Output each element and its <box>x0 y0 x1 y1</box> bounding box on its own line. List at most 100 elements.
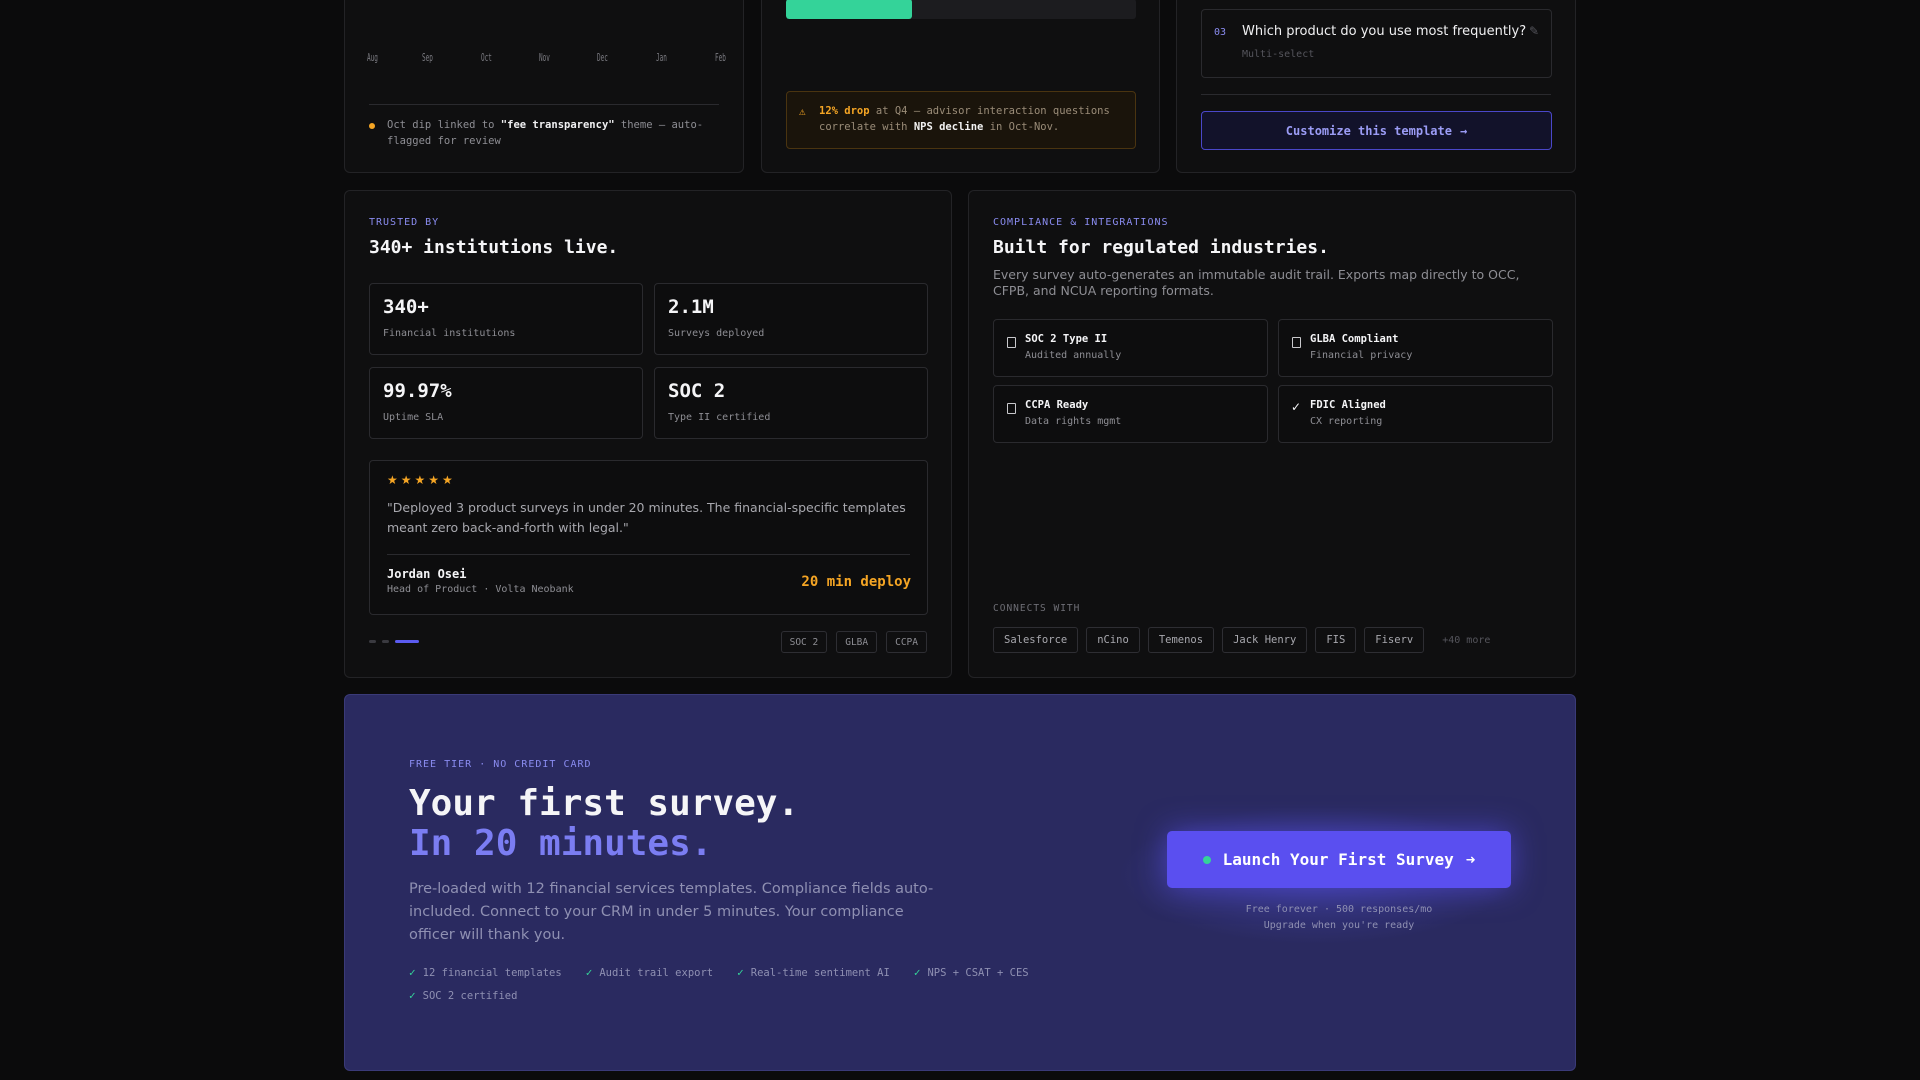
divider <box>387 554 910 555</box>
stat-card: 99.97% Uptime SLA <box>369 367 643 439</box>
customize-template-button[interactable]: Customize this template → <box>1201 111 1552 150</box>
integration-list: Salesforce nCino Temenos Jack Henry FIS … <box>993 627 1490 653</box>
divider <box>1201 94 1551 95</box>
document-icon <box>1292 337 1301 348</box>
pager-dot[interactable] <box>382 640 389 643</box>
arrow-right-icon: → <box>1459 123 1468 138</box>
feature-label: Real-time sentiment AI <box>750 966 890 979</box>
rating-stars-icon: ★★★★★ <box>387 473 456 487</box>
section-eyebrow: TRUSTED BY <box>369 217 440 228</box>
cert-name: CCPA Ready <box>1025 399 1089 411</box>
cert-subtitle: Audited annually <box>1025 350 1122 361</box>
document-icon <box>1007 403 1016 414</box>
testimonial-card: ★★★★★ "Deployed 3 product surveys in und… <box>369 460 928 615</box>
feature-item: ✓ SOC 2 certified <box>409 989 1049 1002</box>
template-builder-card: 03 Which product do you use most frequen… <box>1176 0 1576 173</box>
cert-subtitle: CX reporting <box>1310 416 1383 427</box>
check-icon: ✓ <box>585 966 593 979</box>
integration-chip[interactable]: Jack Henry <box>1222 627 1308 653</box>
compliance-badges: SOC 2 GLBA CCPA <box>780 631 927 653</box>
month-tick: Jan <box>656 51 667 64</box>
check-icon: ✓ <box>409 966 416 979</box>
compliance-card: COMPLIANCE & INTEGRATIONS Built for regu… <box>968 190 1576 678</box>
warning-triangle-icon: ⚠ <box>799 105 806 118</box>
connects-with-label: CONNECTS WITH <box>993 603 1081 614</box>
feature-label: 12 financial templates <box>422 966 562 979</box>
pager-dot-active[interactable] <box>395 640 419 643</box>
cert-card: GLBA Compliant Financial privacy <box>1278 319 1553 377</box>
deploy-time-label: 20 min deploy <box>801 574 911 590</box>
cert-card: ✓ FDIC Aligned CX reporting <box>1278 385 1553 443</box>
check-icon: ✓ <box>913 966 921 979</box>
feature-item: ✓ Real-time sentiment AI <box>737 966 890 979</box>
progress-fill <box>786 0 912 19</box>
stat-label: Type II certified <box>668 412 771 423</box>
insight-alert: ⚠ 12% drop at Q4 — advisor interaction q… <box>786 91 1136 149</box>
stat-value: 2.1M <box>668 296 714 318</box>
stat-value: SOC 2 <box>668 380 726 402</box>
warning-dot-icon <box>369 123 375 129</box>
document-icon <box>1007 337 1016 348</box>
cta-title-accent: In 20 minutes. <box>409 823 713 864</box>
cert-card: CCPA Ready Data rights mgmt <box>993 385 1268 443</box>
testimonial-author-role: Head of Product · Volta Neobank <box>387 584 574 595</box>
feature-list: ✓ 12 financial templates ✓ Audit trail exp… <box>409 966 1049 1002</box>
testimonial-quote: "Deployed 3 product surveys in under 20 … <box>387 500 906 535</box>
more-integrations-link[interactable]: +40 more <box>1432 635 1490 646</box>
integration-chip[interactable]: nCino <box>1086 627 1140 653</box>
sentiment-trend-card: Aug Sep Oct Nov Dec Jan Feb Oct dip link… <box>344 0 744 173</box>
section-description: Every survey auto-generates an immutable… <box>993 267 1520 298</box>
stat-label: Surveys deployed <box>668 328 765 339</box>
month-tick: Oct <box>481 51 492 64</box>
stat-card: 2.1M Surveys deployed <box>654 283 928 355</box>
badge: CCPA <box>886 631 927 653</box>
note-text: Oct dip linked to <box>387 119 501 131</box>
section-title: Built for regulated industries. <box>993 237 1329 258</box>
stat-label: Uptime SLA <box>383 412 444 423</box>
integration-chip[interactable]: Fiserv <box>1364 627 1425 653</box>
alert-highlight: 12% drop <box>819 105 870 117</box>
badge: GLBA <box>836 631 878 653</box>
month-tick: Feb <box>715 51 726 64</box>
section-eyebrow: COMPLIANCE & INTEGRATIONS <box>993 217 1169 228</box>
testimonial-author: Jordan Osei <box>387 567 467 581</box>
divider <box>369 104 719 105</box>
feature-item: ✓ Audit trail export <box>586 966 713 979</box>
cert-name: FDIC Aligned <box>1310 399 1386 411</box>
cta-description: Pre-loaded with 12 financial services te… <box>409 881 934 943</box>
alert-highlight: NPS decline <box>913 121 984 133</box>
section-title: 340+ institutions live. <box>369 237 619 258</box>
carousel-pager[interactable] <box>369 640 419 643</box>
question-type: Multi-select <box>1242 49 1315 60</box>
check-icon: ✓ <box>1291 400 1302 414</box>
badge: SOC 2 <box>780 631 828 653</box>
integration-chip[interactable]: Salesforce <box>993 627 1079 653</box>
cta-eyebrow: FREE TIER · NO CREDIT CARD <box>409 759 592 770</box>
status-dot-icon <box>1202 855 1211 864</box>
stat-value: 340+ <box>383 296 429 318</box>
cert-subtitle: Data rights mgmt <box>1025 416 1122 427</box>
question-text: Which product do you use most frequently… <box>1242 24 1527 39</box>
feature-label: NPS + CSAT + CES <box>927 966 1029 979</box>
feature-item: ✓ 12 financial templates <box>409 966 562 979</box>
integration-chip[interactable]: FIS <box>1315 627 1357 653</box>
button-label: Launch Your First Survey <box>1222 850 1454 869</box>
month-tick: Dec <box>597 51 608 64</box>
feature-label: SOC 2 certified <box>422 989 518 1002</box>
question-item[interactable]: 03 Which product do you use most frequen… <box>1201 9 1552 78</box>
cta-banner: FREE TIER · NO CREDIT CARD Your first su… <box>344 694 1576 1071</box>
pricing-note: Free forever · 500 responses/mo <box>1245 904 1433 915</box>
edit-icon[interactable]: ✎ <box>1529 24 1539 38</box>
month-tick: Sep <box>422 51 433 64</box>
button-label: Customize this template <box>1285 123 1452 138</box>
cert-name: SOC 2 Type II <box>1025 333 1108 345</box>
upgrade-note: Upgrade when you're ready <box>1263 920 1415 931</box>
cert-name: GLBA Compliant <box>1310 333 1399 345</box>
trusted-by-card: TRUSTED BY 340+ institutions live. 340+ … <box>344 190 952 678</box>
month-tick: Aug <box>367 51 378 64</box>
pager-dot[interactable] <box>369 640 376 643</box>
integration-chip[interactable]: Temenos <box>1147 627 1215 653</box>
launch-survey-button[interactable]: Launch Your First Survey ➜ <box>1167 831 1511 888</box>
cta-title: Your first survey. <box>409 783 800 824</box>
progress-bar <box>786 0 1136 19</box>
